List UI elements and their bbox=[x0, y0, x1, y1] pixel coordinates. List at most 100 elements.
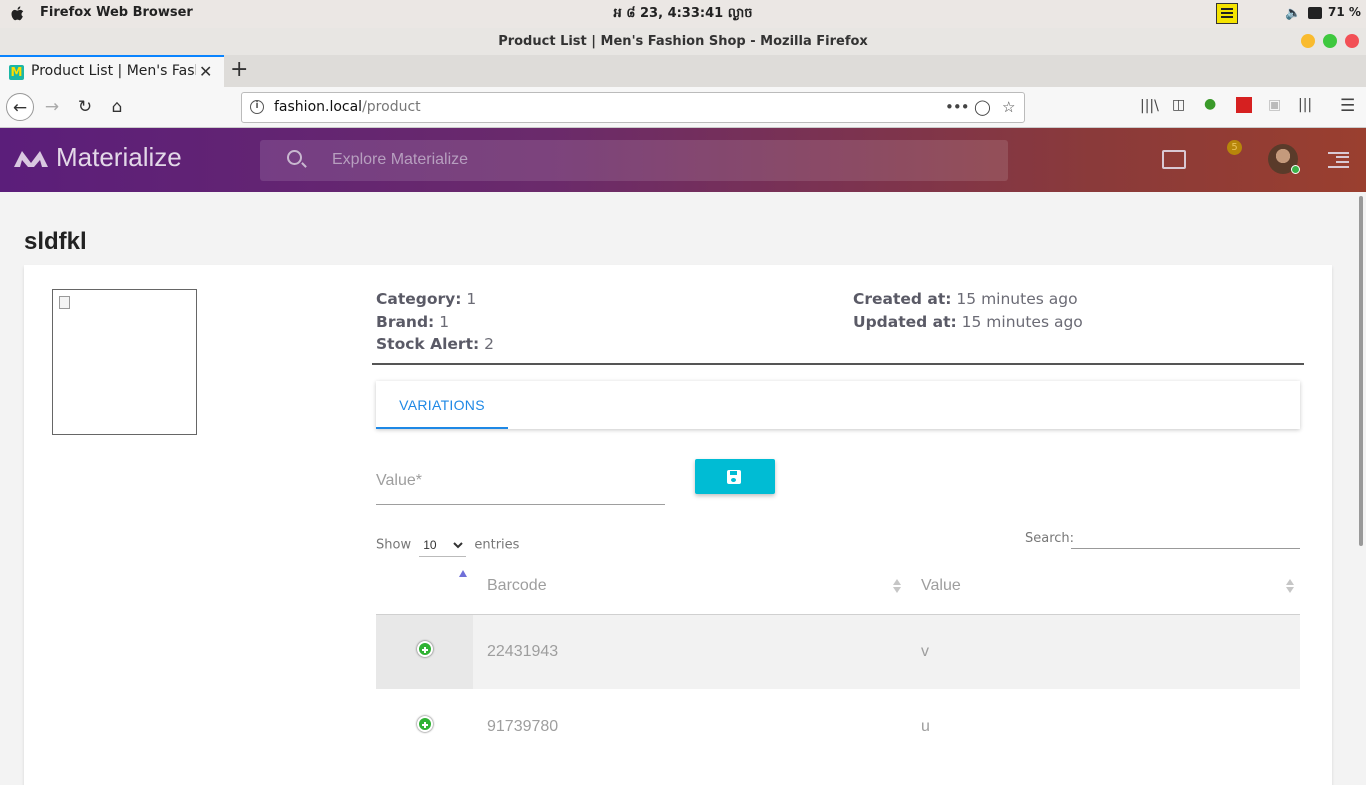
os-top-bar: Firefox Web Browser អ ៨ 23, 4:33:41 ល្ងា… bbox=[0, 0, 1366, 28]
column-header-control[interactable] bbox=[376, 558, 473, 615]
tab-indicator bbox=[376, 427, 508, 429]
expand-row-icon[interactable] bbox=[416, 641, 433, 658]
table-row: 22431943 v bbox=[376, 614, 1300, 689]
minimize-button[interactable] bbox=[1301, 34, 1315, 48]
new-tab-button[interactable]: + bbox=[230, 58, 248, 82]
extension-bars-icon[interactable]: ||| bbox=[1298, 97, 1312, 113]
entries-label: entries bbox=[474, 537, 520, 553]
created-at-value: 15 minutes ago bbox=[956, 290, 1078, 308]
value-cell: u bbox=[921, 717, 930, 735]
close-window-button[interactable] bbox=[1345, 34, 1359, 48]
site-info-icon[interactable]: i bbox=[250, 100, 264, 114]
product-meta-left: Category: 1 Brand: 1 Stock Alert: 2 bbox=[376, 288, 494, 356]
show-label: Show bbox=[376, 537, 412, 553]
reload-button[interactable]: ↻ bbox=[71, 93, 99, 121]
hamburger-menu-icon[interactable]: ☰ bbox=[1340, 96, 1355, 116]
main-content: sldfkl Category: 1 Brand: 1 Stock Alert:… bbox=[0, 192, 1356, 785]
logo-text: Materialize bbox=[56, 142, 182, 172]
url-host: fashion.local bbox=[274, 99, 363, 115]
forward-button[interactable]: → bbox=[38, 93, 66, 121]
sidebar-icon[interactable]: ◫ bbox=[1172, 97, 1185, 113]
notes-tray-icon[interactable] bbox=[1216, 3, 1238, 24]
browser-tab[interactable]: M Product List | Men's Fashion Shop ✕ bbox=[0, 55, 224, 87]
brand-label: Brand: bbox=[376, 312, 435, 331]
row-expand-cell[interactable] bbox=[376, 689, 473, 764]
url-path: /product bbox=[362, 99, 421, 115]
save-button[interactable] bbox=[695, 459, 775, 494]
value-input[interactable] bbox=[376, 465, 665, 497]
updated-at-label: Updated at: bbox=[853, 312, 957, 331]
header-search-input[interactable] bbox=[332, 149, 932, 171]
header-search[interactable] bbox=[260, 140, 1008, 181]
save-icon bbox=[727, 470, 741, 484]
pocket-icon[interactable]: ◯ bbox=[974, 98, 991, 116]
app-menu-name[interactable]: Firefox Web Browser bbox=[40, 5, 193, 20]
sort-asc-icon bbox=[459, 570, 467, 577]
value-field[interactable] bbox=[376, 465, 665, 505]
home-button[interactable]: ⌂ bbox=[103, 93, 131, 121]
column-header-value[interactable]: Value bbox=[907, 558, 1300, 615]
scrollbar-thumb[interactable] bbox=[1359, 196, 1363, 546]
column-header-barcode[interactable]: Barcode bbox=[473, 558, 907, 615]
app-header: Materialize bbox=[0, 128, 1366, 297]
right-sidebar-toggle-icon[interactable] bbox=[1328, 151, 1349, 168]
tabs-bar: VARIATIONS bbox=[376, 381, 1300, 429]
stock-alert-label: Stock Alert: bbox=[376, 335, 480, 353]
table-search-input[interactable] bbox=[1071, 529, 1300, 549]
battery-icon[interactable] bbox=[1308, 7, 1322, 19]
extension-grey-icon[interactable]: ▣ bbox=[1268, 97, 1281, 113]
library-icon[interactable]: |||\ bbox=[1140, 98, 1159, 114]
table-search: Search: bbox=[1025, 529, 1300, 549]
barcode-cell: 91739780 bbox=[487, 717, 559, 735]
barcode-cell: 22431943 bbox=[473, 614, 907, 689]
window-title: Product List | Men's Fashion Shop - Mozi… bbox=[0, 28, 1366, 55]
search-icon bbox=[287, 150, 302, 165]
category-value: 1 bbox=[466, 290, 477, 308]
table-header-row: Barcode Value bbox=[376, 558, 1300, 615]
column-header-barcode-label: Barcode bbox=[487, 576, 547, 594]
table-search-label: Search: bbox=[1025, 531, 1075, 546]
stock-alert-value: 2 bbox=[484, 335, 494, 353]
url-bar[interactable]: i fashion.local/product ••• ◯ ☆ bbox=[241, 92, 1025, 123]
tab-title: Product List | Men's Fashion Shop bbox=[31, 63, 196, 79]
maximize-button[interactable] bbox=[1323, 34, 1337, 48]
page-length-control: Show 10 entries bbox=[376, 533, 519, 557]
expand-row-icon[interactable] bbox=[416, 716, 433, 732]
app-logo[interactable]: Materialize bbox=[12, 142, 182, 173]
row-expand-cell[interactable] bbox=[376, 614, 473, 689]
broken-image-icon bbox=[59, 296, 70, 309]
materialize-logo-icon bbox=[14, 151, 48, 167]
product-card: Category: 1 Brand: 1 Stock Alert: 2 Crea… bbox=[24, 265, 1332, 785]
table-row: 91739780 u bbox=[376, 689, 1300, 764]
apple-icon[interactable] bbox=[10, 5, 26, 23]
page-actions-icon[interactable]: ••• bbox=[945, 98, 970, 116]
extension-red-icon[interactable] bbox=[1236, 97, 1252, 113]
product-meta-right: Created at: 15 minutes ago Updated at: 1… bbox=[853, 288, 1083, 333]
bookmark-star-icon[interactable]: ☆ bbox=[1002, 98, 1015, 116]
site-favicon-icon: M bbox=[9, 65, 24, 80]
back-button[interactable]: ← bbox=[6, 93, 34, 121]
clock[interactable]: អ ៨ 23, 4:33:41 ល្ងាច bbox=[0, 5, 1366, 24]
updated-at-value: 15 minutes ago bbox=[961, 312, 1083, 331]
online-status-dot bbox=[1291, 165, 1300, 174]
navigation-toolbar: ← → ↻ ⌂ i fashion.local/product ••• ◯ ☆ … bbox=[0, 87, 1366, 128]
variations-table: Barcode Value 22431943 v 91739780 u bbox=[376, 558, 1300, 764]
tab-strip: M Product List | Men's Fashion Shop ✕ bbox=[0, 55, 1366, 87]
product-image bbox=[52, 289, 197, 435]
battery-percentage: 71 % bbox=[1328, 5, 1361, 19]
category-label: Category: bbox=[376, 290, 462, 308]
value-cell: v bbox=[907, 614, 1300, 689]
brand-value: 1 bbox=[439, 312, 450, 331]
created-at-label: Created at: bbox=[853, 290, 952, 308]
notification-badge: 5 bbox=[1227, 140, 1242, 155]
page-length-select[interactable]: 10 bbox=[419, 533, 467, 557]
tab-variations[interactable]: VARIATIONS bbox=[376, 381, 508, 429]
divider bbox=[372, 363, 1304, 365]
url-text[interactable]: fashion.local/product bbox=[274, 99, 421, 115]
volume-icon[interactable]: 🔈 bbox=[1285, 6, 1301, 21]
close-tab-icon[interactable]: ✕ bbox=[199, 62, 212, 81]
extension-download-icon[interactable]: ● bbox=[1204, 96, 1216, 112]
column-header-value-label: Value bbox=[921, 576, 961, 594]
fullscreen-icon[interactable] bbox=[1162, 150, 1186, 169]
page-scrollbar[interactable] bbox=[1356, 192, 1366, 768]
